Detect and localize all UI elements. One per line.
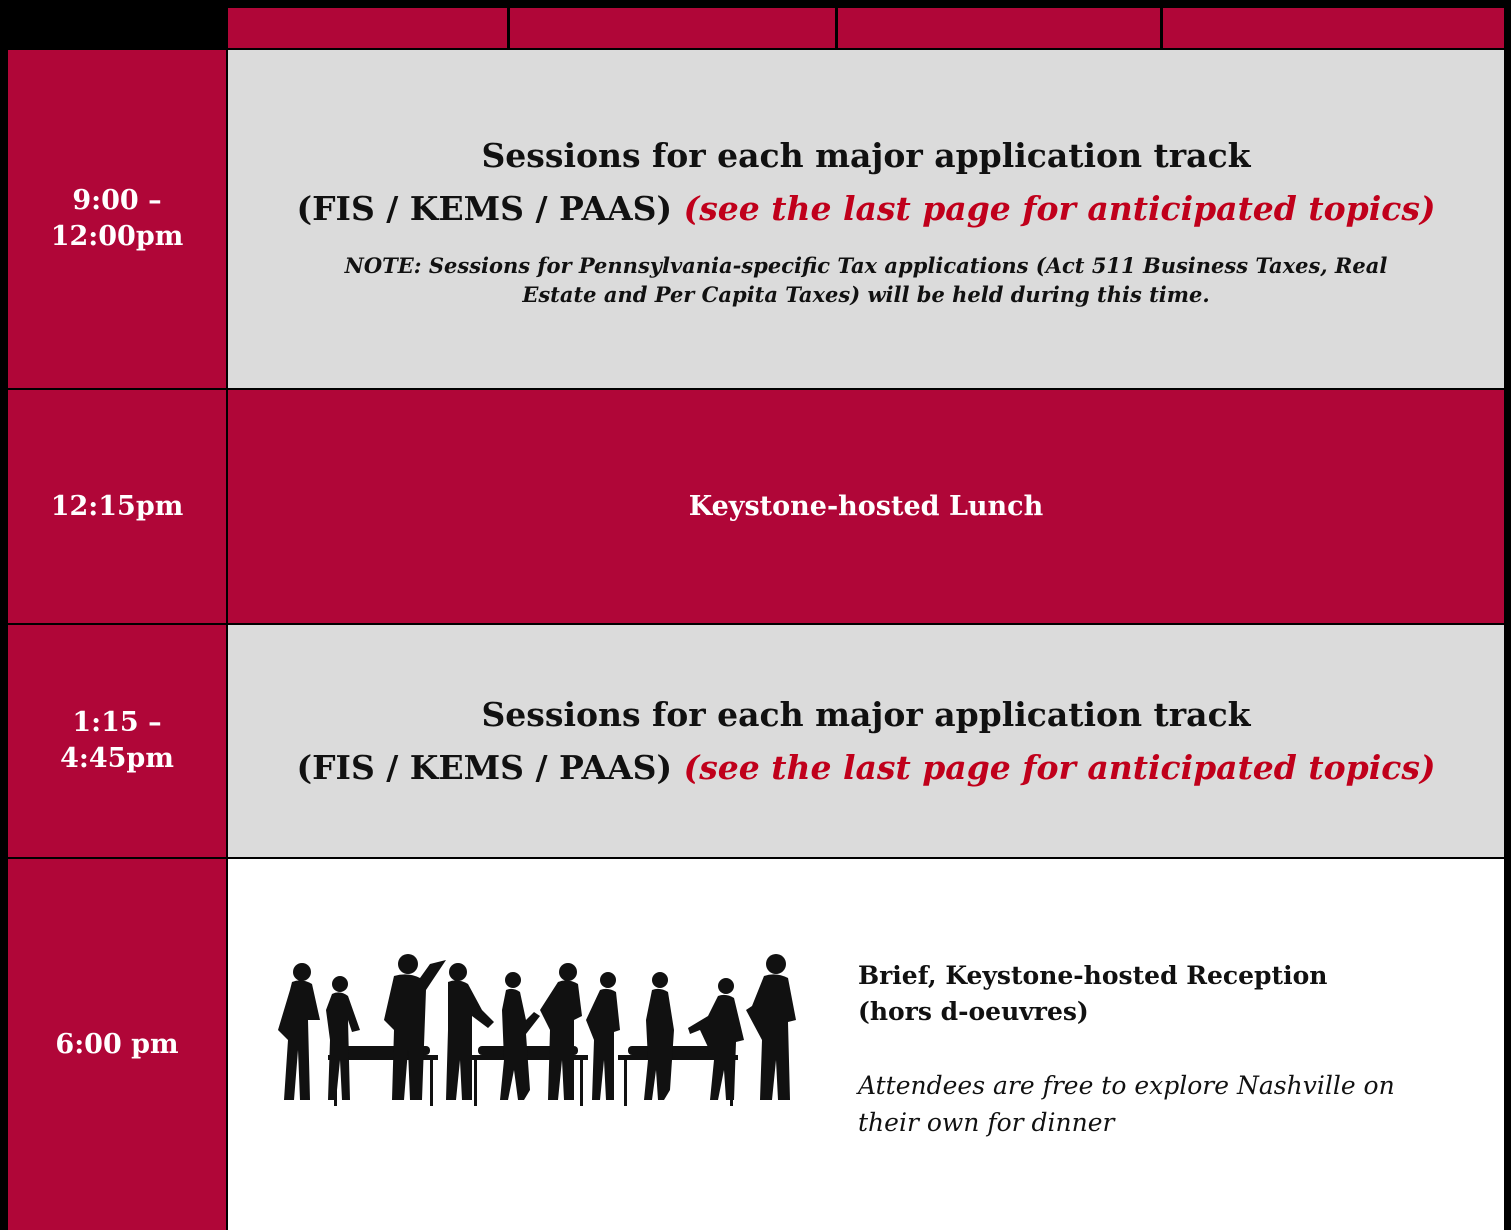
time-label: 6:00 pm: [55, 1028, 179, 1060]
time-cell-morning: 9:00 – 12:00pm: [8, 50, 226, 388]
time-cell-afternoon: 1:15 – 4:45pm: [8, 625, 226, 857]
reception-title-line1: Brief, Keystone-hosted Reception: [858, 961, 1328, 990]
session-heading-line1: Sessions for each major application trac…: [481, 695, 1251, 734]
session-heading: Sessions for each major application trac…: [296, 688, 1435, 794]
party-silhouette-image: [278, 954, 796, 1106]
reception-title: Brief, Keystone-hosted Reception (hors d…: [858, 958, 1498, 1030]
time-label: 12:15pm: [50, 490, 184, 522]
topics-reference: (see the last page for anticipated topic…: [683, 189, 1436, 228]
reception-note-line2: their own for dinner: [858, 1108, 1115, 1137]
reception-note: Attendees are free to explore Nashville …: [858, 1067, 1498, 1141]
session-note-line1: NOTE: Sessions for Pennsylvania-specific…: [344, 253, 1388, 278]
time-end: 12:00pm: [50, 221, 184, 252]
header-column-2: [510, 8, 835, 48]
session-tracks: (FIS / KEMS / PAAS): [296, 748, 673, 787]
schedule-table: 9:00 – 12:00pm Sessions for each major a…: [0, 0, 1511, 1230]
header-column-1: [228, 8, 507, 48]
header-column-3: [838, 8, 1160, 48]
session-note: NOTE: Sessions for Pennsylvania-specific…: [327, 251, 1406, 309]
session-cell-afternoon: Sessions for each major application trac…: [228, 625, 1504, 857]
session-cell-morning: Sessions for each major application trac…: [228, 50, 1504, 388]
time-cell-lunch: 12:15pm: [8, 390, 226, 623]
time-cell-evening: 6:00 pm: [8, 859, 226, 1230]
reception-note-line1: Attendees are free to explore Nashville …: [858, 1071, 1395, 1100]
lunch-label: Keystone-hosted Lunch: [688, 491, 1044, 522]
session-tracks: (FIS / KEMS / PAAS): [296, 189, 673, 228]
time-start: 9:00 –: [72, 185, 162, 216]
header-column-4: [1163, 8, 1504, 48]
time-start: 1:15 –: [72, 707, 162, 738]
topics-reference: (see the last page for anticipated topic…: [683, 748, 1436, 787]
session-heading-line1: Sessions for each major application trac…: [481, 136, 1251, 175]
session-heading: Sessions for each major application trac…: [296, 129, 1435, 235]
lunch-cell: Keystone-hosted Lunch: [228, 390, 1504, 623]
session-note-line2: Estate and Per Capita Taxes) will be hel…: [522, 282, 1210, 307]
time-end: 4:45pm: [60, 743, 174, 774]
header-corner-cell: [8, 8, 226, 48]
reception-title-line2: (hors d-oeuvres): [858, 997, 1089, 1026]
